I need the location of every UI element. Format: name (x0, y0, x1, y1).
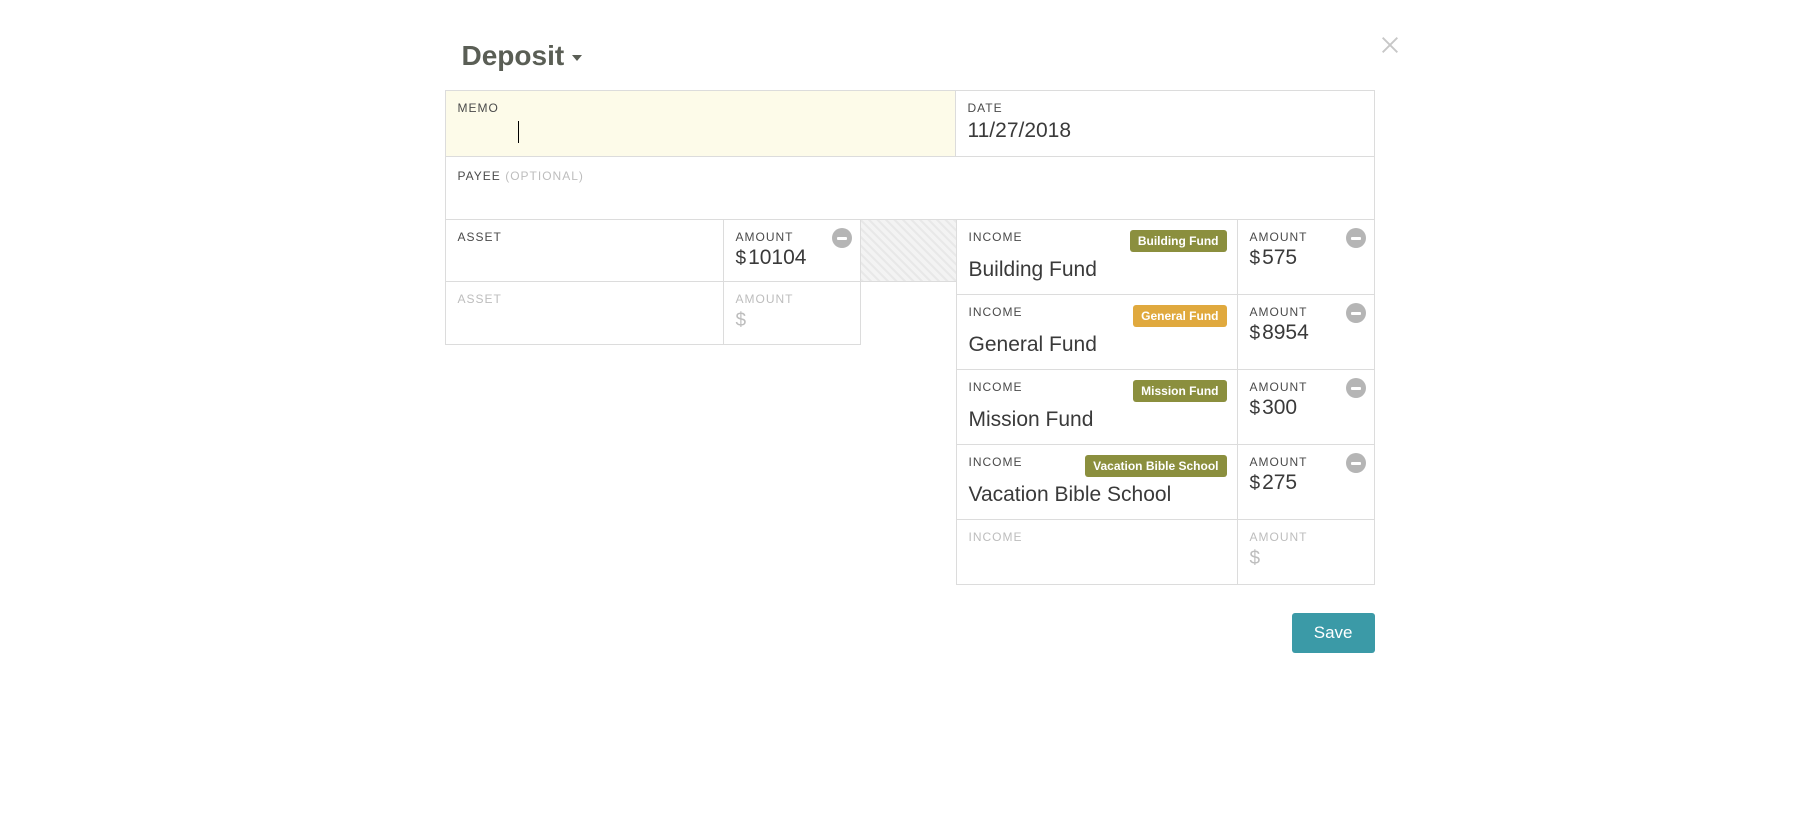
memo-label: MEMO (458, 101, 943, 115)
asset-label-placeholder: ASSET (458, 292, 711, 306)
memo-field[interactable]: MEMO (446, 91, 956, 156)
income-amount-value: 8954 (1262, 321, 1309, 344)
income-amount-field[interactable]: AMOUNT $8954 (1238, 295, 1374, 369)
amount-label: AMOUNT (1250, 230, 1362, 244)
date-value: 11/27/2018 (968, 117, 1362, 144)
assets-column: ASSET AMOUNT $10104 ASSET AMOUNT $ (445, 220, 861, 345)
amount-label: AMOUNT (736, 230, 848, 244)
remove-income-button[interactable] (1346, 378, 1366, 398)
transaction-type-dropdown[interactable]: Deposit (445, 40, 583, 72)
income-category-value: Vacation Bible School (969, 483, 1225, 507)
amount-label: AMOUNT (1250, 380, 1362, 394)
fund-tag: Building Fund (1130, 230, 1227, 252)
remove-income-button[interactable] (1346, 303, 1366, 323)
asset-amount-field-empty[interactable]: AMOUNT $ (724, 282, 860, 344)
balance-spacer (861, 220, 956, 282)
currency-symbol-placeholder: $ (736, 310, 747, 331)
income-amount-field[interactable]: AMOUNT $575 (1238, 220, 1374, 294)
income-category-value: Building Fund (969, 258, 1225, 282)
remove-income-button[interactable] (1346, 228, 1366, 248)
income-field[interactable]: INCOME Vacation Bible School Vacation Bi… (957, 445, 1238, 519)
text-cursor-icon (518, 121, 519, 143)
close-button[interactable] (1375, 30, 1405, 60)
income-label-placeholder: INCOME (969, 530, 1225, 544)
date-label: DATE (968, 101, 1362, 115)
asset-field-empty[interactable]: ASSET (446, 282, 724, 344)
income-amount-field[interactable]: AMOUNT $275 (1238, 445, 1374, 519)
income-field[interactable]: INCOME Mission Fund Mission Fund (957, 370, 1238, 444)
income-amount-field[interactable]: AMOUNT $300 (1238, 370, 1374, 444)
close-icon (1379, 34, 1401, 56)
currency-symbol: $ (736, 248, 747, 269)
asset-amount-value: 10104 (748, 246, 806, 269)
payee-label: PAYEE (458, 169, 501, 183)
payee-field[interactable]: PAYEE (OPTIONAL) (446, 157, 1374, 219)
remove-income-button[interactable] (1346, 453, 1366, 473)
income-field[interactable]: INCOME Building Fund Building Fund (957, 220, 1238, 294)
fund-tag: Vacation Bible School (1085, 455, 1226, 477)
income-category-value: General Fund (969, 333, 1225, 357)
date-field[interactable]: DATE 11/27/2018 (956, 91, 1374, 156)
income-amount-value: 275 (1262, 471, 1297, 494)
caret-down-icon (572, 55, 582, 61)
asset-field[interactable]: ASSET (446, 220, 724, 281)
amount-label-placeholder: AMOUNT (736, 292, 848, 306)
amount-label-placeholder: AMOUNT (1250, 530, 1362, 544)
amount-label: AMOUNT (1250, 305, 1362, 319)
asset-label: ASSET (458, 230, 711, 244)
remove-asset-button[interactable] (832, 228, 852, 248)
income-amount-value: 300 (1262, 396, 1297, 419)
fund-tag: Mission Fund (1133, 380, 1226, 402)
save-button[interactable]: Save (1292, 613, 1375, 653)
fund-tag: General Fund (1133, 305, 1226, 327)
income-category-value: Mission Fund (969, 408, 1225, 432)
payee-optional-label: (OPTIONAL) (505, 169, 584, 183)
asset-amount-field[interactable]: AMOUNT $10104 (724, 220, 860, 281)
income-amount-value: 575 (1262, 246, 1297, 269)
page-title: Deposit (462, 40, 565, 72)
income-field[interactable]: INCOME General Fund General Fund (957, 295, 1238, 369)
income-amount-field-empty[interactable]: AMOUNT $ (1238, 520, 1374, 584)
income-field-empty[interactable]: INCOME (957, 520, 1238, 584)
amount-label: AMOUNT (1250, 455, 1362, 469)
incomes-column: INCOME Building Fund Building Fund AMOUN… (956, 220, 1375, 585)
